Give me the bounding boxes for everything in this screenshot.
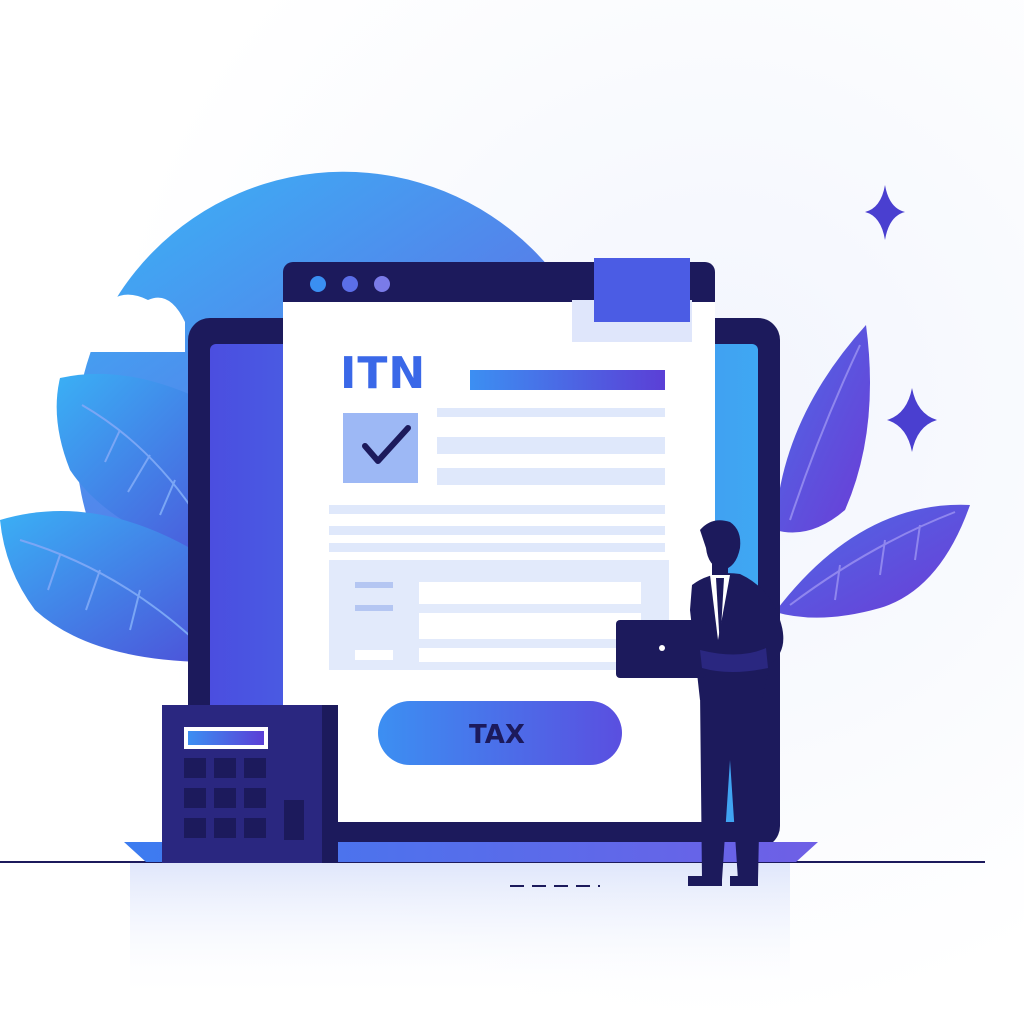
text-line [437, 408, 665, 417]
document-window: ITN TAX [283, 258, 715, 822]
form-label [355, 582, 393, 588]
form-label [355, 605, 393, 611]
text-line [329, 505, 665, 514]
form-field[interactable] [419, 582, 641, 604]
window-dot [342, 276, 358, 292]
text-line [437, 468, 665, 485]
title-bar [470, 370, 665, 390]
text-line [437, 437, 665, 454]
text-line [329, 526, 665, 535]
window-dot [374, 276, 390, 292]
document-tab [594, 258, 690, 322]
document-title: ITN [340, 348, 426, 399]
checkbox[interactable] [343, 413, 418, 483]
form-label [355, 650, 393, 660]
form-field[interactable] [419, 648, 641, 662]
calculator-icon [162, 705, 338, 863]
illustration-canvas: ITN TAX [0, 0, 1024, 1024]
illustration: ITN TAX [0, 0, 1024, 1024]
window-dot [310, 276, 326, 292]
tax-button-label: TAX [469, 720, 525, 750]
text-line [329, 543, 665, 552]
form-field[interactable] [419, 613, 641, 639]
